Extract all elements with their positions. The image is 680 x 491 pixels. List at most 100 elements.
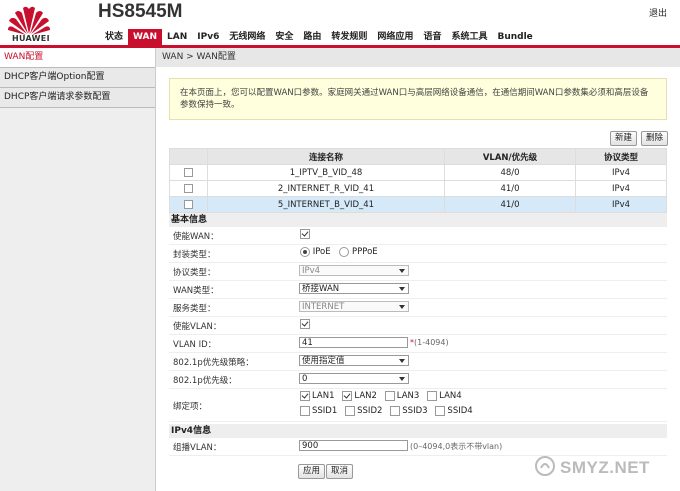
row-enable-wan: 使能WAN： bbox=[169, 227, 667, 245]
bind-lan4-checkbox[interactable] bbox=[427, 391, 438, 401]
delete-button[interactable]: 删除 bbox=[641, 131, 669, 146]
nav-tab-status[interactable]: 状态 bbox=[100, 29, 128, 45]
p8021-label: 802.1p优先级： bbox=[173, 376, 237, 386]
section-ipv4-info: IPv4信息 bbox=[169, 424, 667, 438]
bind-ssid1-checkbox[interactable] bbox=[300, 406, 310, 416]
bind-lan3-checkbox[interactable] bbox=[384, 391, 395, 401]
vlan-id-label: VLAN ID： bbox=[173, 340, 217, 350]
service-label: 服务类型： bbox=[173, 304, 216, 314]
sidebar: WAN配置 DHCP客户端Option配置 DHCP客户端请求参数配置 bbox=[0, 48, 156, 491]
sidebar-item-wan-config[interactable]: WAN配置 bbox=[0, 48, 155, 68]
row-encap: 封装类型： IPoE PPPoE bbox=[169, 245, 667, 263]
header: HUAWEI HS8545M 退出 状态 WAN LAN IPv6 无线网络 安… bbox=[0, 0, 680, 46]
row-vlan: 48/0 bbox=[444, 164, 576, 181]
chevron-down-icon bbox=[399, 359, 405, 363]
table-header-vlan: VLAN/优先级 bbox=[444, 148, 576, 165]
row-name: 2_INTERNET_R_VID_41 bbox=[207, 180, 445, 197]
nav-tab-lan[interactable]: LAN bbox=[162, 29, 192, 45]
p8021-policy-label: 802.1p优先级策略： bbox=[173, 358, 254, 368]
protocol-select[interactable]: IPv4 bbox=[299, 265, 409, 276]
row-protocol: IPv4 bbox=[575, 196, 667, 213]
bind-label: 绑定项： bbox=[173, 402, 208, 412]
row-8021p: 802.1p优先级： 0 bbox=[169, 371, 667, 389]
nav-tab-ipv6[interactable]: IPv6 bbox=[192, 29, 224, 45]
bind-ssid3-checkbox[interactable] bbox=[390, 406, 401, 416]
chevron-down-icon bbox=[399, 287, 405, 291]
bind-ssid4-label: SSID4 bbox=[447, 406, 473, 416]
bind-lan1-checkbox[interactable] bbox=[300, 391, 310, 401]
chevron-down-icon bbox=[399, 377, 405, 381]
row-vlan: 41/0 bbox=[444, 180, 576, 197]
logout-link[interactable]: 退出 bbox=[649, 6, 667, 19]
table-row-selected[interactable]: 5_INTERNET_B_VID_41 41/0 IPv4 bbox=[169, 196, 667, 213]
mcast-vlan-label: 组播VLAN： bbox=[173, 443, 222, 453]
sidebar-item-dhcp-option[interactable]: DHCP客户端Option配置 bbox=[0, 68, 155, 88]
nav-tab-route[interactable]: 路由 bbox=[298, 29, 326, 45]
row-vlan-id: VLAN ID： 41 *(1-4094) bbox=[169, 335, 667, 353]
nav-tab-systools[interactable]: 系统工具 bbox=[446, 29, 492, 45]
brand-name: HUAWEI bbox=[12, 34, 50, 43]
nav-tab-security[interactable]: 安全 bbox=[270, 29, 298, 45]
service-select[interactable]: INTERNET bbox=[299, 301, 409, 312]
protocol-label: 协议类型： bbox=[173, 268, 216, 278]
table-header-protocol: 协议类型 bbox=[575, 148, 667, 165]
encap-pppoe-radio[interactable] bbox=[339, 247, 350, 257]
wan-type-select[interactable]: 桥接WAN bbox=[299, 283, 409, 294]
wan-type-label: WAN类型： bbox=[173, 286, 219, 296]
nav-tab-forward[interactable]: 转发规则 bbox=[326, 29, 372, 45]
table-row[interactable]: 2_INTERNET_R_VID_41 41/0 IPv4 bbox=[169, 180, 667, 197]
wan-type-select-value: 桥接WAN bbox=[302, 284, 340, 294]
vlan-id-hint-text: (1-4094) bbox=[414, 338, 449, 347]
row-8021p-policy: 802.1p优先级策略： 使用指定值 bbox=[169, 353, 667, 371]
mcast-vlan-input[interactable]: 900 bbox=[299, 440, 408, 451]
watermark-icon bbox=[535, 456, 555, 476]
service-select-value: INTERNET bbox=[302, 302, 345, 312]
enable-vlan-checkbox[interactable] bbox=[300, 319, 310, 329]
cancel-button[interactable]: 取消 bbox=[326, 464, 354, 479]
section-basic-info: 基本信息 bbox=[169, 213, 667, 227]
bind-lan3-label: LAN3 bbox=[396, 391, 420, 401]
nav-tab-bundle[interactable]: Bundle bbox=[492, 29, 537, 45]
row-select-checkbox[interactable] bbox=[184, 199, 193, 209]
row-name: 1_IPTV_B_VID_48 bbox=[207, 164, 445, 181]
new-button[interactable]: 新建 bbox=[610, 131, 638, 146]
vlan-id-input[interactable]: 41 bbox=[299, 337, 408, 348]
bind-ssid2-checkbox[interactable] bbox=[345, 406, 356, 416]
table-row[interactable]: 1_IPTV_B_VID_48 48/0 IPv4 bbox=[169, 164, 667, 181]
row-select-cell bbox=[169, 180, 208, 197]
encap-ipoe-radio[interactable] bbox=[300, 247, 310, 257]
chevron-down-icon bbox=[399, 305, 405, 309]
main-nav: 状态 WAN LAN IPv6 无线网络 安全 路由 转发规则 网络应用 语音 … bbox=[100, 29, 538, 45]
nav-tab-wan[interactable]: WAN bbox=[128, 29, 163, 45]
wan-config-form: 基本信息 使能WAN： 封装类型： IPoE PPPoE 协议类型： IPv4 … bbox=[169, 213, 667, 456]
bind-options-lan: LAN1 LAN2 LAN3 LAN4 bbox=[300, 391, 467, 402]
sidebar-item-dhcp-request[interactable]: DHCP客户端请求参数配置 bbox=[0, 88, 155, 108]
p8021-policy-select[interactable]: 使用指定值 bbox=[299, 355, 409, 366]
nav-tab-wireless[interactable]: 无线网络 bbox=[224, 29, 270, 45]
bind-lan2-checkbox[interactable] bbox=[342, 391, 353, 401]
p8021-policy-value: 使用指定值 bbox=[302, 356, 345, 366]
table-header-select bbox=[169, 148, 208, 165]
bind-ssid4-checkbox[interactable] bbox=[435, 406, 446, 416]
bind-options-ssid: SSID1 SSID2 SSID3 SSID4 bbox=[300, 406, 478, 417]
device-model: HS8545M bbox=[98, 1, 183, 22]
enable-vlan-label: 使能VLAN： bbox=[173, 322, 222, 332]
row-protocol: IPv4 bbox=[575, 164, 667, 181]
chevron-down-icon bbox=[399, 269, 405, 273]
apply-button[interactable]: 应用 bbox=[298, 464, 326, 479]
row-protocol: 协议类型： IPv4 bbox=[169, 263, 667, 281]
row-select-checkbox[interactable] bbox=[184, 183, 193, 193]
row-vlan: 41/0 bbox=[444, 196, 576, 213]
encap-label: 封装类型： bbox=[173, 250, 216, 260]
row-service: 服务类型： INTERNET bbox=[169, 299, 667, 317]
row-select-checkbox[interactable] bbox=[184, 167, 193, 177]
watermark-text: SMYZ.NET bbox=[560, 458, 650, 477]
page-description: 在本页面上，您可以配置WAN口参数。家庭网关通过WAN口与高层网络设备通信，在通… bbox=[169, 78, 667, 120]
bind-lan2-label: LAN2 bbox=[354, 391, 377, 401]
nav-tab-netapp[interactable]: 网络应用 bbox=[372, 29, 418, 45]
p8021-select[interactable]: 0 bbox=[299, 373, 409, 384]
enable-wan-checkbox[interactable] bbox=[300, 229, 310, 239]
bind-ssid1-label: SSID1 bbox=[312, 406, 338, 416]
enable-wan-label: 使能WAN： bbox=[173, 232, 219, 242]
nav-tab-voice[interactable]: 语音 bbox=[418, 29, 446, 45]
